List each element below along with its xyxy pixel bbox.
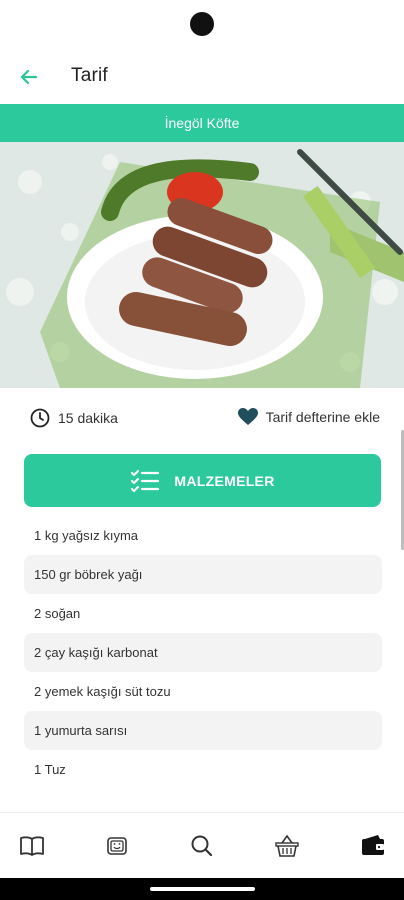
list-item: 2 çay kaşığı karbonat: [24, 633, 382, 672]
page-title: Tarif: [71, 65, 108, 86]
ingredients-button[interactable]: MALZEMELER: [24, 454, 381, 507]
tv-icon: [107, 837, 127, 855]
cooking-time-value: 15 dakika: [58, 410, 118, 426]
recipe-name-banner: İnegöl Köfte: [0, 104, 404, 142]
list-item: 150 gr böbrek yağı: [24, 555, 382, 594]
nav-tv-icon[interactable]: [104, 833, 130, 859]
nav-search-icon[interactable]: [189, 833, 215, 859]
cooking-time: 15 dakika: [30, 408, 118, 428]
recipe-photo: [0, 142, 404, 388]
app-bar: Tarif: [0, 50, 404, 104]
ingredients-button-label: MALZEMELER: [174, 472, 275, 489]
list-item: 2 yemek kaşığı süt tozu: [34, 684, 171, 699]
list-item: 1 Tuz: [34, 762, 66, 777]
nav-basket-icon[interactable]: [274, 833, 300, 859]
nav-wallet-icon[interactable]: [360, 833, 386, 859]
clock-icon: [30, 408, 50, 428]
checklist-icon: [131, 469, 160, 492]
ingredients-list: 1 kg yağsız kıyma 150 gr böbrek yağı 2 s…: [24, 516, 382, 789]
list-item: 1 yumurta sarısı: [24, 711, 382, 750]
status-bar: [0, 0, 404, 50]
list-item: 2 soğan: [34, 606, 81, 621]
heart-icon: [237, 408, 258, 425]
bottom-navigation: [0, 812, 404, 879]
front-camera: [190, 12, 214, 36]
arrow-left-icon: [20, 69, 38, 85]
add-to-recipe-book-label: Tarif defterine ekle: [265, 409, 380, 425]
home-indicator[interactable]: [150, 887, 255, 891]
add-to-recipe-book-button[interactable]: Tarif defterine ekle: [237, 408, 380, 426]
list-item: 1 kg yağsız kıyma: [34, 528, 139, 543]
back-button[interactable]: [16, 64, 42, 90]
system-navigation-bar: [0, 878, 404, 900]
search-icon: [191, 835, 213, 857]
recipe-meta: 15 dakika Tarif defterine ekle: [0, 396, 404, 444]
basket-icon: [275, 834, 299, 857]
nav-book-icon[interactable]: [19, 833, 45, 859]
book-icon: [20, 836, 44, 856]
wallet-icon: [362, 835, 384, 855]
